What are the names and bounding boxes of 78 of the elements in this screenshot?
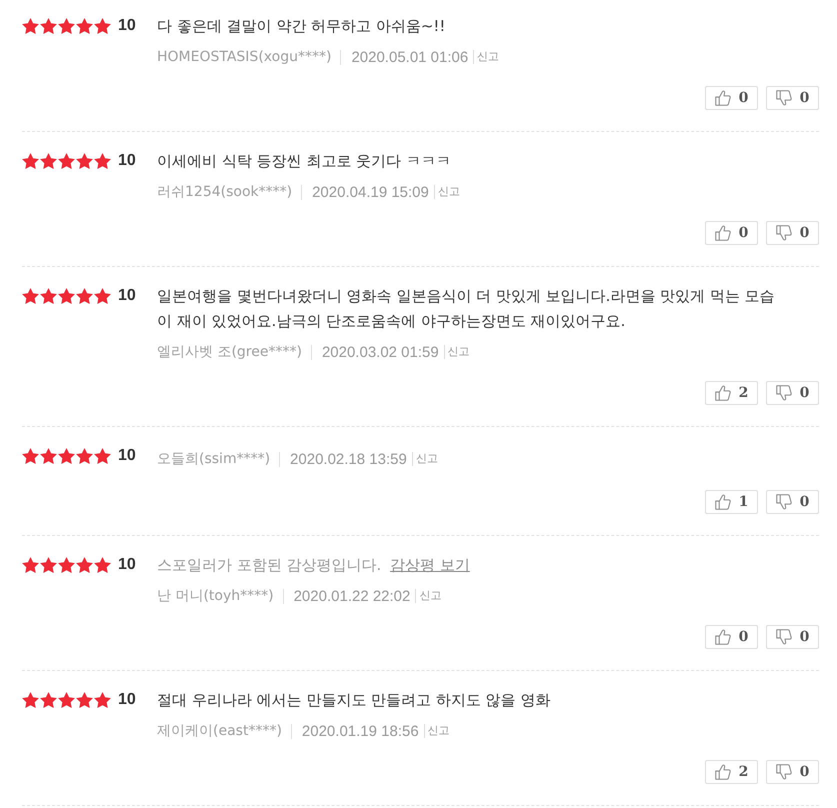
dislike-button[interactable]: 0	[766, 490, 819, 514]
dislike-button[interactable]: 0	[766, 381, 819, 405]
like-button[interactable]: 0	[705, 86, 758, 110]
author-name: 엘리사벳 조(gree****)	[157, 343, 302, 361]
thumbs-down-icon	[776, 764, 792, 780]
filled-star-icon	[94, 288, 111, 304]
thumbs-down-icon	[776, 90, 792, 106]
filled-star-icon	[94, 557, 111, 573]
like-button[interactable]: 2	[705, 381, 758, 405]
review-date: 2020.01.19 18:56	[290, 724, 419, 738]
filled-star-icon	[22, 692, 39, 708]
dislike-button[interactable]: 0	[766, 86, 819, 110]
filled-star-icon	[58, 288, 75, 304]
thumbs-up-icon	[714, 764, 731, 780]
thumbs-up-icon	[714, 494, 731, 510]
filled-star-icon	[76, 18, 93, 34]
filled-star-icon	[76, 692, 93, 708]
rating-score: 10	[118, 690, 136, 710]
like-button[interactable]: 2	[705, 760, 758, 784]
filled-star-icon	[58, 153, 75, 169]
rating-score: 10	[118, 151, 136, 171]
filled-star-icon	[94, 448, 111, 464]
filled-star-icon	[58, 18, 75, 34]
filled-star-icon	[94, 18, 111, 34]
thumbs-down-icon	[776, 629, 792, 645]
like-button[interactable]: 1	[705, 490, 758, 514]
filled-star-icon	[58, 448, 75, 464]
author-name: 오들희(ssim****)	[157, 450, 270, 468]
filled-star-icon	[58, 692, 75, 708]
filled-star-icon	[22, 153, 39, 169]
thumbs-down-icon	[776, 385, 792, 401]
review-text: 다 좋은데 결말이 약간 허무하고 아쉬움~!!	[157, 16, 446, 37]
rating-score: 10	[118, 286, 136, 306]
like-button[interactable]: 0	[705, 221, 758, 245]
author-name: 러쉬1254(sook****)	[157, 183, 292, 201]
thumbs-down-icon	[776, 494, 792, 510]
dislike-button[interactable]: 0	[766, 760, 819, 784]
filled-star-icon	[76, 153, 93, 169]
filled-star-icon	[40, 153, 57, 169]
filled-star-icon	[22, 18, 39, 34]
spoiler-notice: 스포일러가 포함된 감상평입니다. 감상평 보기	[157, 555, 471, 576]
thumbs-up-icon	[714, 629, 731, 645]
review-date: 2020.05.01 01:06	[340, 50, 468, 64]
author-name: HOMEOSTASIS(xogu****)	[157, 49, 332, 65]
dislike-button[interactable]: 0	[766, 221, 819, 245]
review-date: 2020.02.18 13:59	[279, 452, 407, 466]
like-button[interactable]: 0	[705, 625, 758, 649]
review-text: 절대 우리나라 에서는 만들지도 만들려고 하지도 않을 영화	[157, 690, 552, 711]
filled-star-icon	[58, 557, 75, 573]
thumbs-up-icon	[714, 90, 731, 106]
rating-score: 10	[118, 555, 136, 575]
review-date: 2020.03.02 01:59	[310, 344, 439, 360]
review-text: 이세에비 식탁 등장씬 최고로 웃기다 ㅋㅋㅋ	[157, 151, 452, 172]
rating-score: 10	[118, 16, 136, 36]
filled-star-icon	[40, 557, 57, 573]
dislike-button[interactable]: 0	[766, 625, 819, 649]
filled-star-icon	[40, 692, 57, 708]
author-name: 제이케이(east****)	[157, 722, 282, 740]
filled-star-icon	[76, 448, 93, 464]
filled-star-icon	[94, 692, 111, 708]
filled-star-icon	[40, 288, 57, 304]
filled-star-icon	[40, 18, 57, 34]
filled-star-icon	[22, 288, 39, 304]
filled-star-icon	[22, 557, 39, 573]
review-date: 2020.04.19 15:09	[301, 184, 429, 200]
review-date: 2020.01.22 22:02	[282, 588, 410, 604]
rating-score: 10	[118, 446, 136, 466]
filled-star-icon	[40, 448, 57, 464]
filled-star-icon	[76, 557, 93, 573]
show-review-link[interactable]: 감상평 보기	[390, 556, 470, 574]
thumbs-down-icon	[776, 225, 792, 241]
filled-star-icon	[22, 448, 39, 464]
filled-star-icon	[94, 153, 111, 169]
author-name: 난 머니(toyh****)	[157, 587, 274, 605]
thumbs-up-icon	[714, 385, 731, 401]
filled-star-icon	[76, 288, 93, 304]
review-text: 일본여행을 몇번다녀왔더니 영화속 일본음식이 더 맛있게 보입니다.라면을 맛있게 먹는 모습이 재이 있었어요.남극의 단조로움속에 야구하는장면도 재이있어구요.	[157, 286, 776, 332]
thumbs-up-icon	[714, 225, 731, 241]
